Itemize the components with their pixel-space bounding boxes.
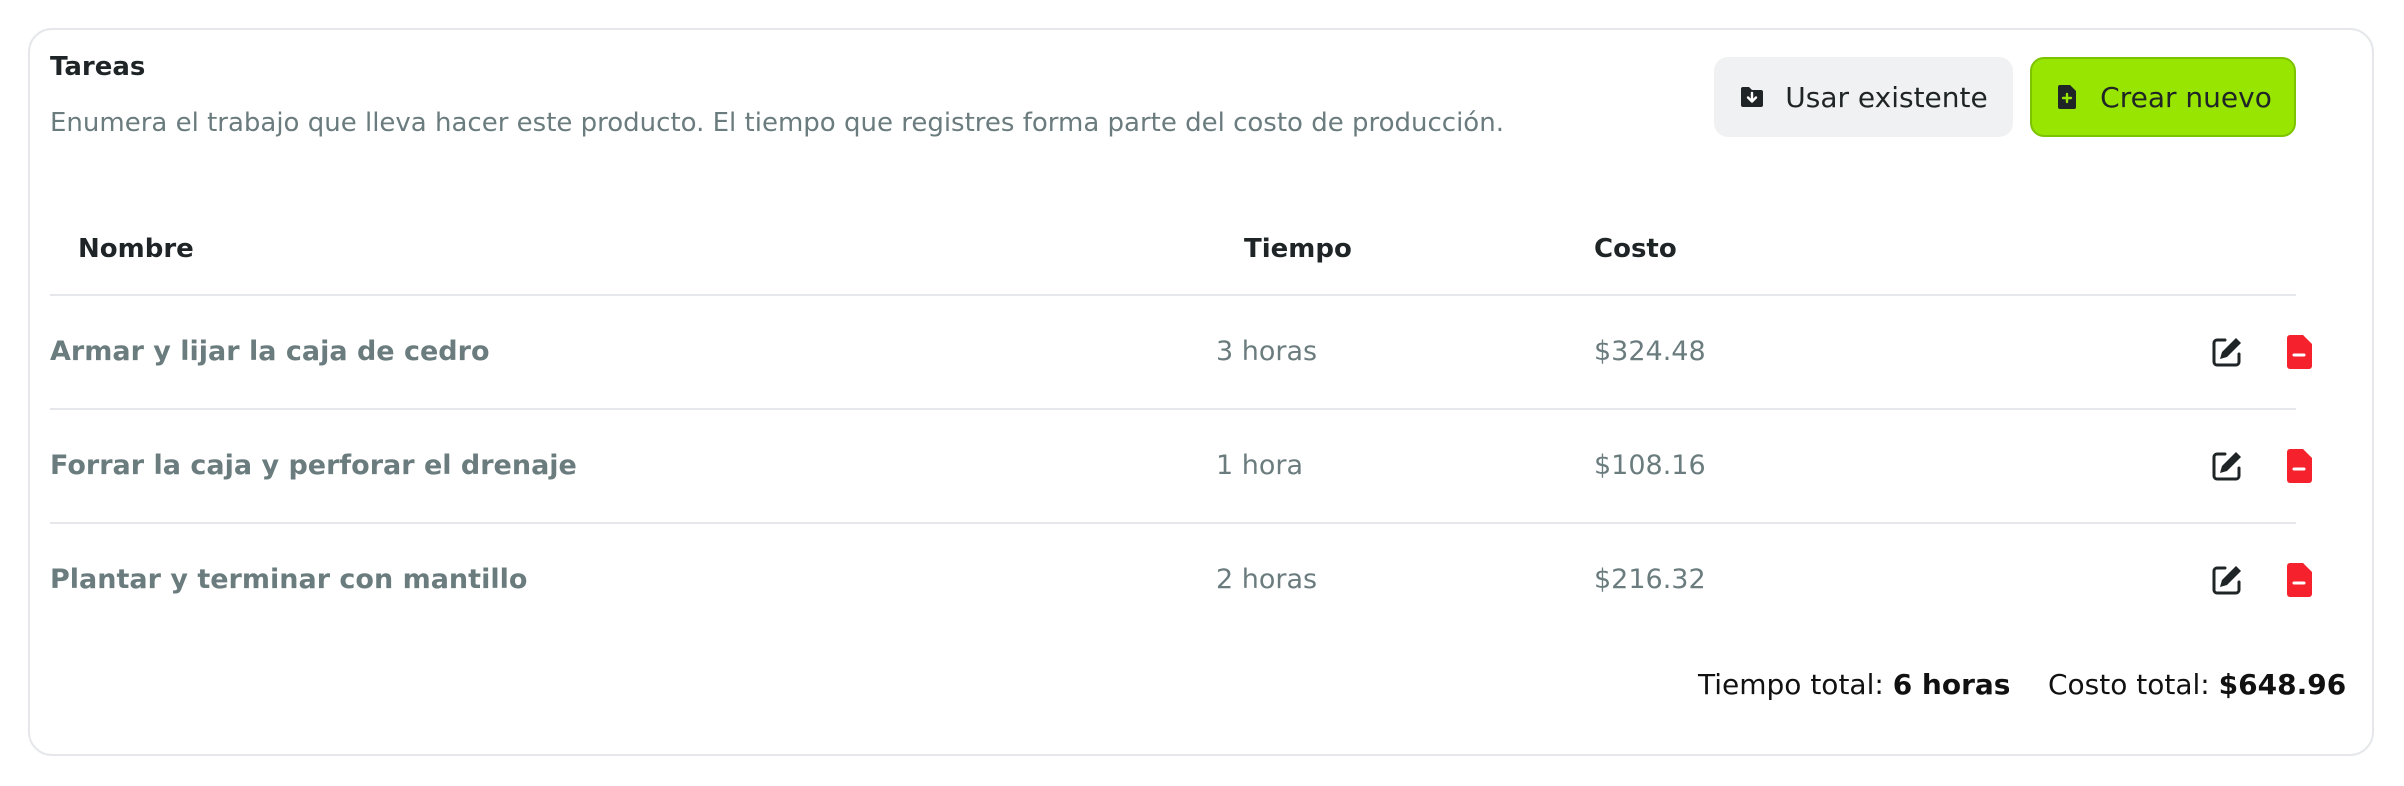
column-header-cost: Costo xyxy=(1594,234,1677,264)
total-cost-label: Costo total: xyxy=(2048,668,2210,701)
create-new-button[interactable]: Crear nuevo xyxy=(2030,57,2296,137)
section-title: Tareas xyxy=(50,52,146,82)
task-name: Forrar la caja y perforar el drenaje xyxy=(50,450,577,481)
use-existing-label: Usar existente xyxy=(1785,80,1988,114)
task-time: 3 horas xyxy=(1216,336,1318,367)
table-row: Forrar la caja y perforar el drenaje 1 h… xyxy=(50,410,2312,522)
task-cost: $108.16 xyxy=(1594,450,1706,481)
edit-icon[interactable] xyxy=(2208,447,2246,485)
column-header-time: Tiempo xyxy=(1244,234,1352,264)
file-plus-icon xyxy=(2054,84,2080,110)
edit-icon[interactable] xyxy=(2208,333,2246,371)
task-name: Plantar y terminar con mantillo xyxy=(50,564,528,595)
total-cost: Costo total: $648.96 xyxy=(2048,668,2346,701)
file-minus-icon[interactable] xyxy=(2280,561,2318,599)
task-time: 1 hora xyxy=(1216,450,1304,481)
section-description: Enumera el trabajo que lleva hacer este … xyxy=(50,108,1504,138)
column-header-name: Nombre xyxy=(78,234,194,264)
total-time-label: Tiempo total: xyxy=(1698,668,1884,701)
total-time-value: 6 horas xyxy=(1892,668,2011,701)
folder-download-icon xyxy=(1739,84,1765,110)
use-existing-button[interactable]: Usar existente xyxy=(1714,57,2013,137)
create-new-label: Crear nuevo xyxy=(2100,80,2272,114)
task-cost: $324.48 xyxy=(1594,336,1706,367)
task-name: Armar y lijar la caja de cedro xyxy=(50,336,490,367)
task-time: 2 horas xyxy=(1216,564,1318,595)
table-row: Plantar y terminar con mantillo 2 horas … xyxy=(50,524,2312,636)
task-cost: $216.32 xyxy=(1594,564,1706,595)
total-time: Tiempo total: 6 horas xyxy=(1698,668,2010,701)
table-row: Armar y lijar la caja de cedro 3 horas $… xyxy=(50,296,2312,408)
file-minus-icon[interactable] xyxy=(2280,447,2318,485)
file-minus-icon[interactable] xyxy=(2280,333,2318,371)
edit-icon[interactable] xyxy=(2208,561,2246,599)
total-cost-value: $648.96 xyxy=(2218,668,2347,701)
